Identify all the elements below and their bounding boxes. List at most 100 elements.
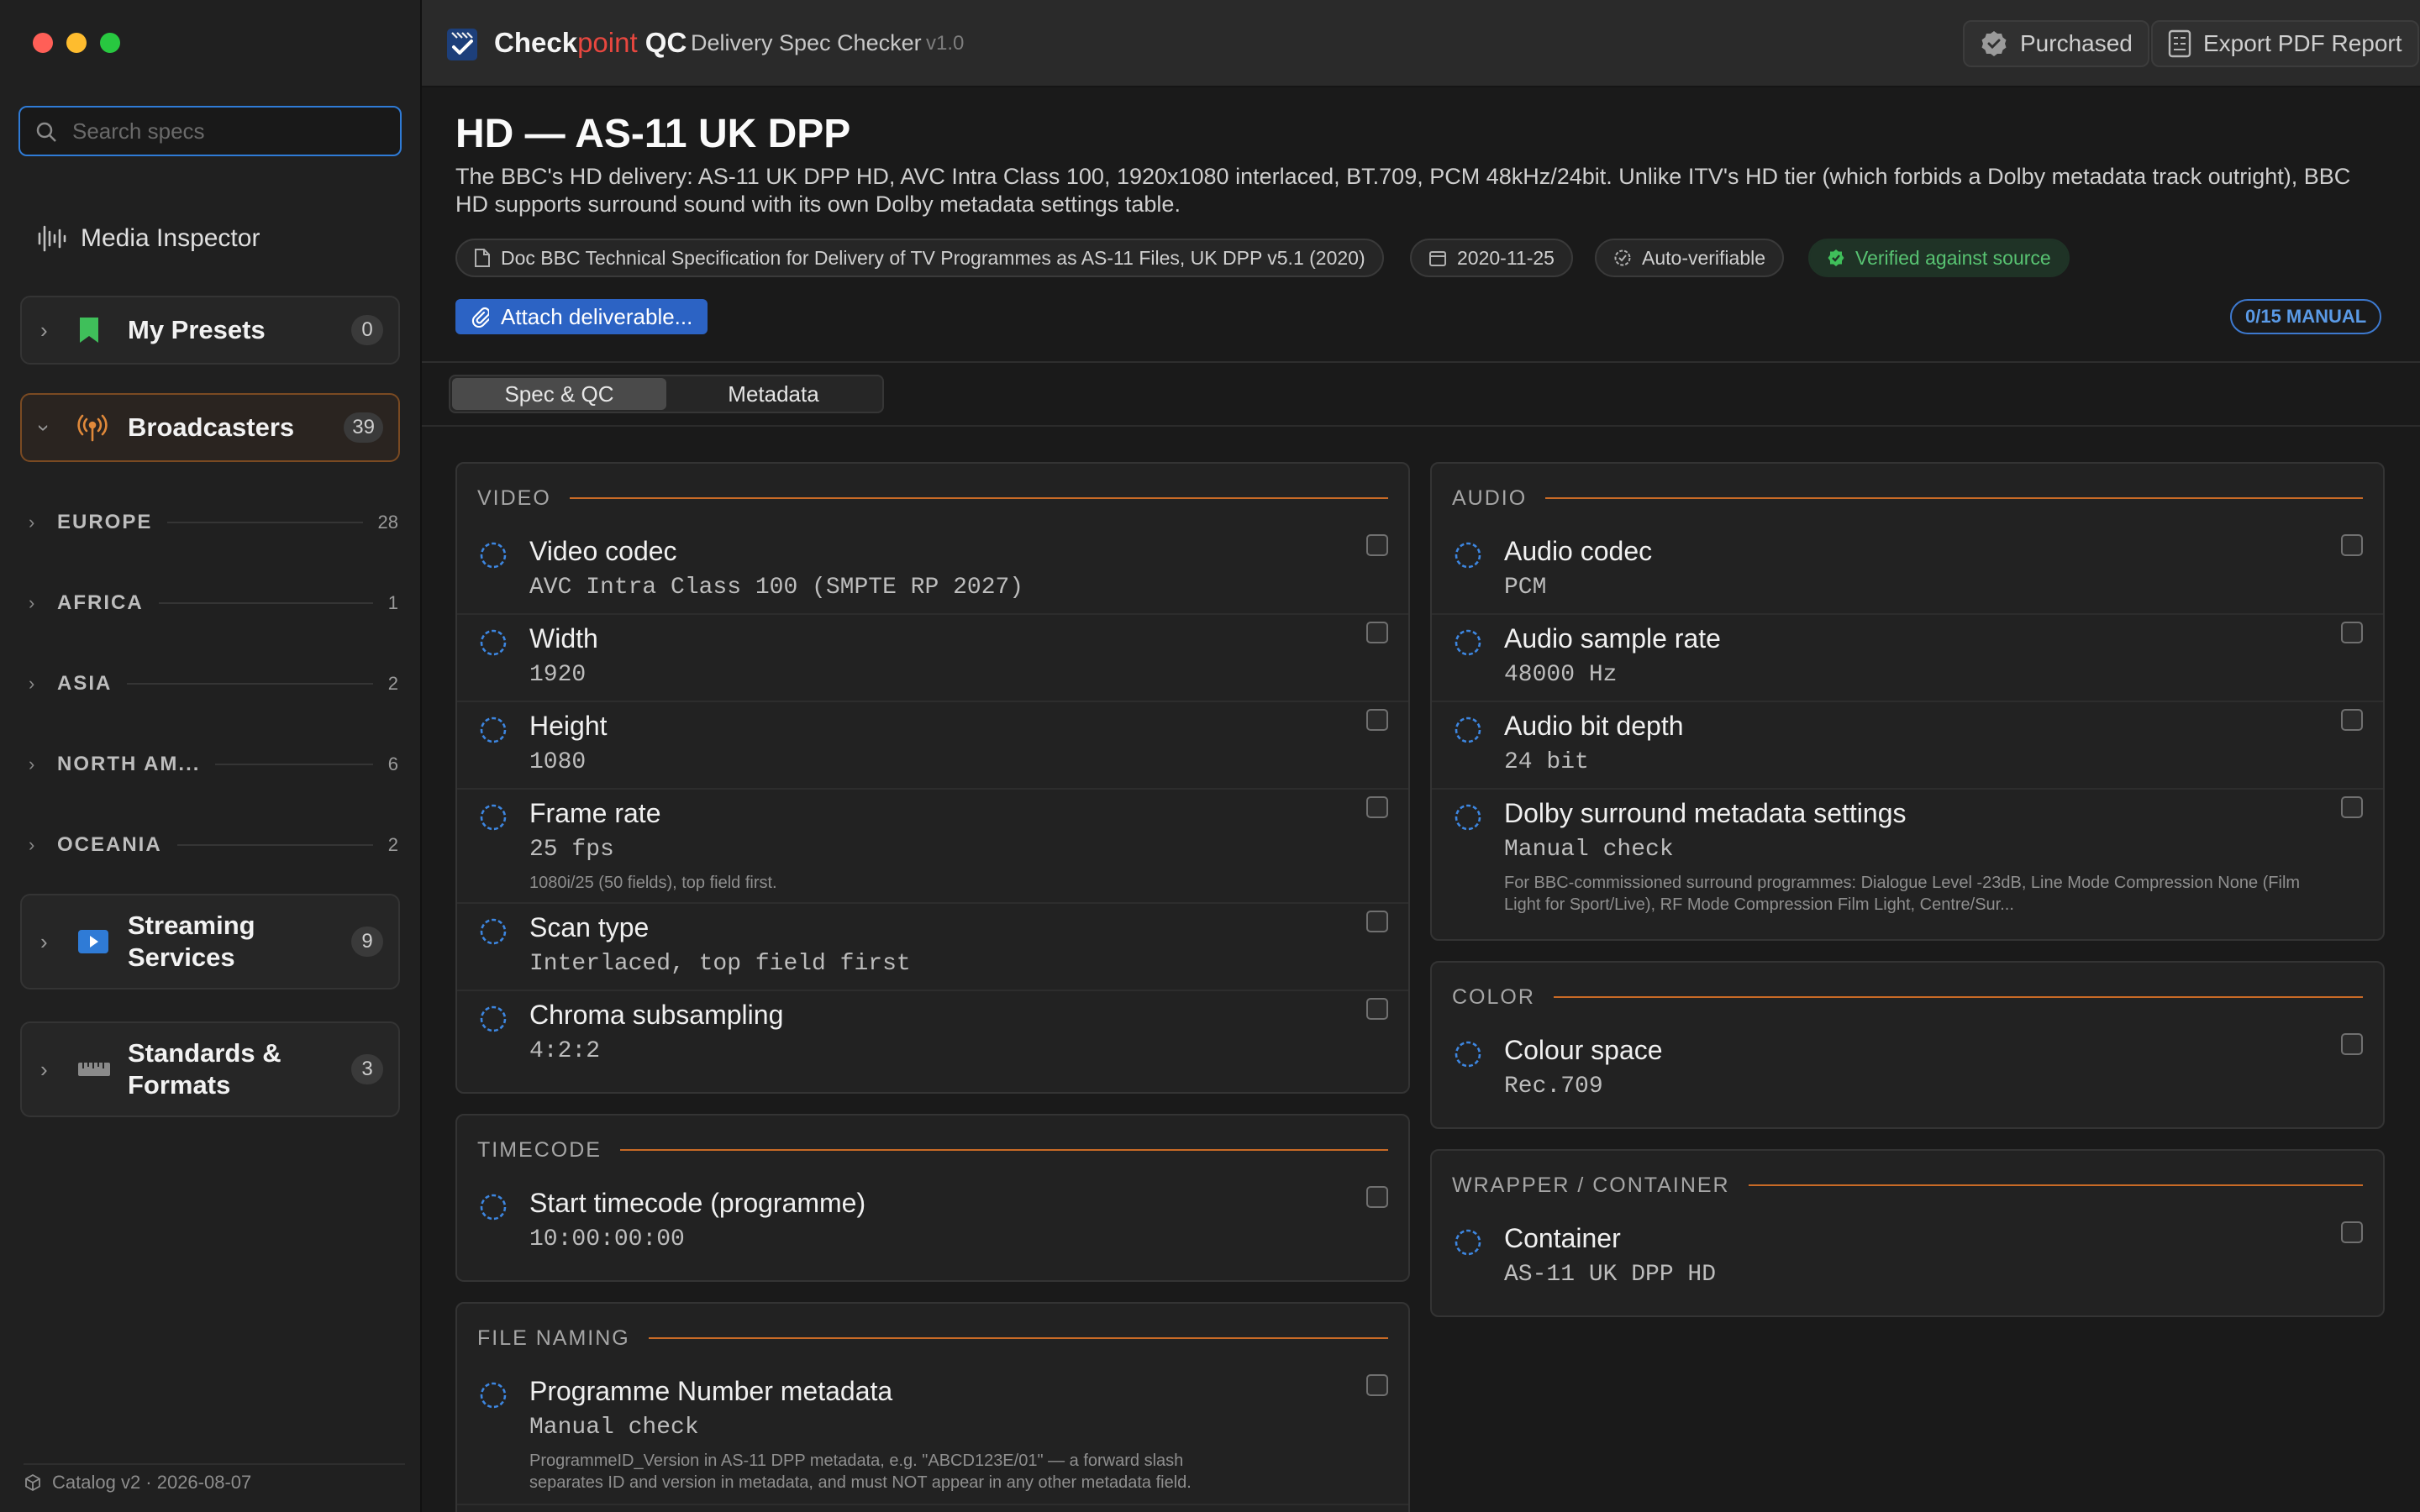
region-count: 6: [387, 753, 398, 774]
sidebar-group-label: Standards & Formats: [128, 1038, 281, 1100]
purchased-button[interactable]: Purchased: [1963, 20, 2149, 67]
section-rule: [1545, 497, 2363, 499]
spec-value: 24 bit: [1504, 749, 1589, 775]
chevron-right-icon: ›: [40, 317, 48, 343]
spec-row-width: Width 1920: [457, 615, 1408, 702]
waveform-icon: [38, 225, 66, 252]
spec-value: 25 fps: [529, 837, 614, 863]
media-inspector-item[interactable]: Media Inspector: [37, 220, 260, 257]
sidebar-group-label: My Presets: [128, 315, 266, 344]
manual-checkbox[interactable]: [2341, 709, 2363, 731]
spec-row-scan-type: Scan type Interlaced, top field first: [457, 904, 1408, 991]
document-icon: [475, 249, 490, 267]
manual-checkbox[interactable]: [2341, 1221, 2363, 1243]
minimize-window-button[interactable]: [66, 33, 87, 53]
manual-checkbox[interactable]: [1366, 998, 1388, 1020]
pending-status-icon: [480, 542, 507, 569]
section-header: VIDEO: [477, 486, 1388, 511]
section-rule: [569, 497, 1388, 499]
divider: [422, 425, 2420, 427]
manual-checkbox[interactable]: [1366, 622, 1388, 643]
spec-note: 1080i/25 (50 fields), top field first.: [529, 874, 777, 892]
spec-value: 4:2:2: [529, 1038, 601, 1064]
verified-label: Verified against source: [1855, 246, 2051, 269]
spec-row-audio-sample-rate: Audio sample rate 48000 Hz: [1432, 615, 2383, 702]
sidebar-group-streaming-services[interactable]: › Streaming Services 9: [20, 894, 400, 990]
spec-label: Scan type: [529, 912, 650, 942]
region-europe[interactable]: › EUROPE 28: [29, 506, 398, 539]
paperclip-icon: [471, 307, 489, 328]
section-title: COLOR: [1452, 984, 1535, 1009]
divider: [422, 361, 2420, 363]
section-rule: [619, 1149, 1388, 1151]
title-bar: Checkpoint QC Delivery Spec Checker v1.0…: [422, 0, 2420, 87]
manual-checkbox[interactable]: [1366, 1374, 1388, 1396]
manual-checkbox[interactable]: [1366, 911, 1388, 932]
verified-seal-icon: [1981, 31, 2007, 56]
manual-checkbox[interactable]: [2341, 796, 2363, 818]
spec-row-dolby-metadata: Dolby surround metadata settings Manual …: [1432, 790, 2383, 932]
checkpoint-logo-icon: [447, 29, 477, 60]
spec-label: Audio codec: [1504, 536, 1653, 566]
sidebar-group-standards-formats[interactable]: › Standards & Formats 3: [20, 1021, 400, 1117]
spec-value: AS-11 UK DPP HD: [1504, 1262, 1717, 1288]
brand-part: Check: [494, 27, 578, 58]
count-badge: 3: [351, 1054, 383, 1084]
chevron-right-icon: ›: [40, 928, 48, 954]
app-subtitle: Delivery Spec Checker: [691, 30, 922, 55]
search-box[interactable]: [18, 106, 402, 156]
sidebar-group-label: Broadcasters: [128, 412, 295, 442]
region-name: EUROPE: [57, 511, 153, 533]
spec-value: Interlaced, top field first: [529, 951, 911, 977]
sidebar-group-my-presets[interactable]: › My Presets 0: [20, 296, 400, 365]
region-asia[interactable]: › ASIA 2: [29, 667, 398, 701]
zoom-window-button[interactable]: [100, 33, 120, 53]
attach-deliverable-button[interactable]: Attach deliverable...: [455, 299, 708, 334]
manual-checkbox[interactable]: [2341, 622, 2363, 643]
tab-spec-qc[interactable]: Spec & QC: [452, 378, 666, 410]
spec-label: Width: [529, 623, 598, 654]
spec-document-label: Doc BBC Technical Specification for Deli…: [501, 246, 1365, 269]
manual-checkbox[interactable]: [1366, 1186, 1388, 1208]
bookmark-icon: [80, 318, 98, 343]
region-name: AFRICA: [57, 591, 144, 614]
pending-status-icon: [480, 629, 507, 656]
search-icon: [36, 122, 56, 142]
manual-checkbox[interactable]: [2341, 1033, 2363, 1055]
manual-checkbox[interactable]: [2341, 534, 2363, 556]
section-rule: [1748, 1184, 2363, 1186]
divider: [167, 522, 363, 523]
section-header: FILE NAMING: [477, 1326, 1388, 1351]
region-name: ASIA: [57, 672, 113, 695]
manual-checkbox[interactable]: [1366, 796, 1388, 818]
spec-value: PCM: [1504, 575, 1547, 601]
export-pdf-button[interactable]: Export PDF Report: [2151, 20, 2419, 67]
pending-status-icon: [480, 1382, 507, 1409]
region-africa[interactable]: › AFRICA 1: [29, 586, 398, 620]
count-badge: 0: [351, 315, 383, 345]
gear-check-icon: [1614, 249, 1631, 266]
search-input[interactable]: [72, 108, 392, 155]
pending-status-icon: [1455, 717, 1481, 743]
spec-row-audio-codec: Audio codec PCM: [1432, 528, 2383, 615]
spec-value: 48000 Hz: [1504, 662, 1618, 688]
divider: [215, 764, 373, 765]
catalog-footer: Catalog v2 · 2026-08-07: [24, 1463, 405, 1494]
spec-value: Manual check: [1504, 837, 1674, 863]
brand-part: QC: [637, 27, 687, 58]
section-rule: [1553, 996, 2363, 998]
close-window-button[interactable]: [33, 33, 53, 53]
spec-row-frame-rate: Frame rate 25 fps 1080i/25 (50 fields), …: [457, 790, 1408, 904]
section-header: TIMECODE: [477, 1137, 1388, 1163]
region-oceania[interactable]: › OCEANIA 2: [29, 828, 398, 862]
divider: [127, 683, 373, 685]
spec-value: Manual check: [529, 1415, 699, 1441]
tab-metadata[interactable]: Metadata: [666, 378, 881, 410]
media-inspector-label: Media Inspector: [81, 224, 260, 252]
spec-document-chip[interactable]: Doc BBC Technical Specification for Deli…: [455, 239, 1384, 277]
region-north-america[interactable]: › NORTH AM... 6: [29, 748, 398, 781]
manual-checkbox[interactable]: [1366, 534, 1388, 556]
purchased-label: Purchased: [2020, 30, 2133, 56]
sidebar-group-broadcasters[interactable]: › Broadcasters 39: [20, 393, 400, 462]
manual-checkbox[interactable]: [1366, 709, 1388, 731]
